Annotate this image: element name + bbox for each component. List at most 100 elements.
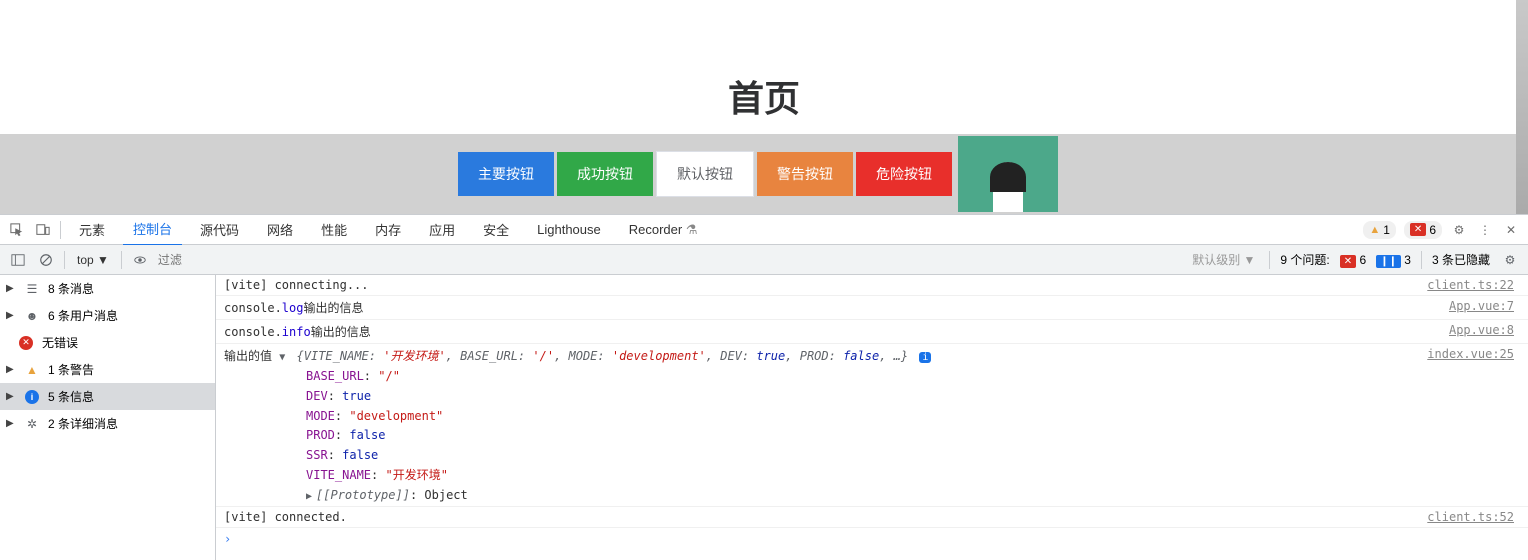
error-icon: ✕ bbox=[1410, 223, 1426, 236]
sidebar-item-label: 6 条用户消息 bbox=[48, 307, 118, 324]
prop-value: "/" bbox=[378, 369, 400, 383]
level-selector[interactable]: 默认级别 ▼ bbox=[1188, 249, 1259, 270]
flask-icon: ⚗ bbox=[686, 222, 698, 237]
button-bar: 主要按钮 成功按钮 默认按钮 警告按钮 危险按钮 bbox=[0, 134, 1516, 214]
sidebar-item-label: 1 条警告 bbox=[48, 361, 94, 378]
expand-icon: ▶ bbox=[6, 283, 16, 294]
messages-icon: ☰ bbox=[24, 281, 40, 297]
tab-memory[interactable]: 内存 bbox=[365, 214, 411, 245]
tab-security[interactable]: 安全 bbox=[473, 214, 519, 245]
info-badge-icon[interactable]: i bbox=[919, 352, 931, 363]
log-row: [vite] connecting... client.ts:22 bbox=[216, 275, 1528, 296]
info-icon: i bbox=[24, 389, 40, 405]
warnings-badge[interactable]: ▲1 bbox=[1363, 221, 1396, 239]
tab-network[interactable]: 网络 bbox=[257, 214, 303, 245]
log-source[interactable]: App.vue:8 bbox=[1449, 323, 1520, 340]
sidebar-item-info[interactable]: ▶ i 5 条信息 bbox=[0, 383, 215, 410]
error-icon: ✕ bbox=[1340, 255, 1356, 268]
live-expression-icon[interactable] bbox=[130, 250, 150, 270]
avatar-image bbox=[958, 136, 1058, 212]
filter-input[interactable] bbox=[158, 253, 1180, 267]
separator bbox=[1421, 251, 1422, 269]
log-source[interactable]: client.ts:22 bbox=[1427, 278, 1520, 292]
expand-icon: ▶ bbox=[6, 418, 16, 429]
object-property: PROD: false bbox=[216, 426, 1528, 446]
sidebar-toggle-icon[interactable] bbox=[8, 250, 28, 270]
log-source[interactable]: App.vue:7 bbox=[1449, 299, 1520, 316]
proto-label: [[Prototype]] bbox=[316, 488, 410, 502]
sidebar-item-label: 无错误 bbox=[42, 334, 78, 351]
sidebar-item-errors[interactable]: ✕ 无错误 bbox=[0, 329, 215, 356]
warning-button[interactable]: 警告按钮 bbox=[757, 152, 853, 196]
sidebar-item-label: 8 条消息 bbox=[48, 280, 94, 297]
danger-button[interactable]: 危险按钮 bbox=[856, 152, 952, 196]
log-source[interactable]: client.ts:52 bbox=[1427, 510, 1520, 524]
console-output: [vite] connecting... client.ts:22 consol… bbox=[216, 275, 1528, 560]
log-label: 输出的值 bbox=[224, 349, 272, 363]
page-title: 首页 bbox=[0, 0, 1528, 122]
tab-application[interactable]: 应用 bbox=[419, 214, 465, 245]
warn-icon: ▲ bbox=[1369, 224, 1380, 236]
object-prototype[interactable]: ▶ [[Prototype]]: Object bbox=[216, 486, 1528, 506]
primary-button[interactable]: 主要按钮 bbox=[458, 152, 554, 196]
issues-info[interactable]: ❙❙ 3 bbox=[1376, 253, 1411, 267]
separator bbox=[64, 251, 65, 269]
log-prefix: console. bbox=[224, 325, 282, 339]
object-preview[interactable]: {VITE_NAME: '开发环境', BASE_URL: '/', MODE:… bbox=[297, 349, 909, 363]
log-row: console.info输出的信息 App.vue:8 bbox=[216, 320, 1528, 344]
settings-icon[interactable]: ⚙ bbox=[1450, 221, 1468, 239]
separator bbox=[60, 221, 61, 239]
page-scrollbar[interactable] bbox=[1516, 0, 1528, 214]
tab-console[interactable]: 控制台 bbox=[123, 213, 182, 246]
log-method: info bbox=[282, 325, 311, 339]
console-sidebar: ▶ ☰ 8 条消息 ▶ ☻ 6 条用户消息 ✕ 无错误 ▶ ▲ 1 条警告 ▶ … bbox=[0, 275, 216, 560]
context-selector[interactable]: top ▼ bbox=[73, 251, 113, 269]
device-icon[interactable] bbox=[34, 221, 52, 239]
log-prefix: console. bbox=[224, 301, 282, 315]
log-text: console.info输出的信息 bbox=[224, 323, 1449, 340]
log-source[interactable]: index.vue:25 bbox=[1427, 347, 1520, 364]
prop-value: "开发环境" bbox=[385, 468, 447, 482]
separator bbox=[121, 251, 122, 269]
issue-err-count: 6 bbox=[1360, 253, 1367, 267]
tab-lighthouse[interactable]: Lighthouse bbox=[527, 216, 611, 243]
log-row: [vite] connected. client.ts:52 bbox=[216, 506, 1528, 528]
clear-console-icon[interactable] bbox=[36, 250, 56, 270]
sidebar-item-user[interactable]: ▶ ☻ 6 条用户消息 bbox=[0, 302, 215, 329]
more-icon[interactable]: ⋮ bbox=[1476, 221, 1494, 239]
default-button[interactable]: 默认按钮 bbox=[656, 151, 754, 197]
error-icon: ✕ bbox=[18, 335, 34, 351]
log-method: log bbox=[282, 301, 304, 315]
prop-value: "development" bbox=[349, 409, 443, 423]
collapse-icon[interactable]: ▼ bbox=[279, 352, 285, 363]
close-icon[interactable]: ✕ bbox=[1502, 221, 1520, 239]
expand-icon: ▶ bbox=[306, 491, 312, 502]
object-property: MODE: "development" bbox=[216, 407, 1528, 427]
sidebar-item-verbose[interactable]: ▶ ✲ 2 条详细消息 bbox=[0, 410, 215, 437]
error-count: 6 bbox=[1429, 223, 1436, 237]
console-settings-icon[interactable]: ⚙ bbox=[1500, 250, 1520, 270]
tab-sources[interactable]: 源代码 bbox=[190, 214, 249, 245]
inspect-icon[interactable] bbox=[8, 221, 26, 239]
prop-value: false bbox=[349, 428, 385, 442]
expand-icon: ▶ bbox=[6, 364, 16, 375]
tab-elements[interactable]: 元素 bbox=[69, 214, 115, 245]
success-button[interactable]: 成功按钮 bbox=[557, 152, 653, 196]
log-msg: 输出的信息 bbox=[303, 301, 363, 315]
sidebar-item-label: 2 条详细消息 bbox=[48, 415, 118, 432]
hidden-label[interactable]: 3 条已隐藏 bbox=[1432, 251, 1490, 268]
issues-errors[interactable]: ✕ 6 bbox=[1340, 253, 1366, 267]
tab-recorder[interactable]: Recorder ⚗ bbox=[619, 216, 708, 244]
console-prompt[interactable]: › bbox=[216, 528, 1528, 550]
expand-icon: ▶ bbox=[6, 310, 16, 321]
errors-badge[interactable]: ✕6 bbox=[1404, 221, 1442, 239]
sidebar-item-warnings[interactable]: ▶ ▲ 1 条警告 bbox=[0, 356, 215, 383]
prop-value: false bbox=[342, 448, 378, 462]
devtools-body: ▶ ☰ 8 条消息 ▶ ☻ 6 条用户消息 ✕ 无错误 ▶ ▲ 1 条警告 ▶ … bbox=[0, 275, 1528, 560]
prop-value: true bbox=[342, 389, 371, 403]
devtools-tabs: 元素 控制台 源代码 网络 性能 内存 应用 安全 Lighthouse Rec… bbox=[0, 215, 1528, 245]
sidebar-item-messages[interactable]: ▶ ☰ 8 条消息 bbox=[0, 275, 215, 302]
proto-value: : Object bbox=[410, 488, 468, 502]
object-property: SSR: false bbox=[216, 446, 1528, 466]
tab-performance[interactable]: 性能 bbox=[311, 214, 357, 245]
